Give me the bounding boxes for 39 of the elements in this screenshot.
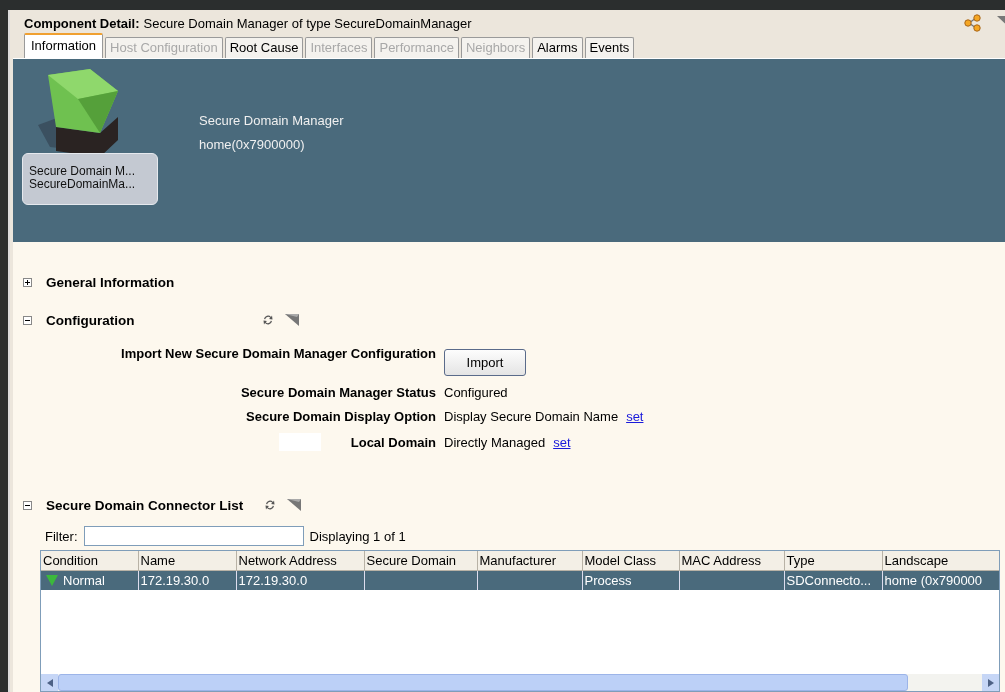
- field-label: Import New Secure Domain Manager Configuration: [121, 346, 436, 361]
- column-header[interactable]: Name: [138, 551, 236, 571]
- device-label[interactable]: Secure Domain M... SecureDomainMa...: [22, 153, 158, 205]
- table-cell: home (0x790000: [884, 573, 983, 588]
- column-header[interactable]: Model Class: [582, 551, 679, 571]
- field-label: Secure Domain Display Option: [246, 409, 436, 424]
- tab[interactable]: Information: [24, 33, 104, 58]
- table-cell: SDConnecto...: [786, 573, 872, 588]
- set-link[interactable]: set: [553, 434, 571, 450]
- filter-label: Filter:: [45, 528, 78, 544]
- section-title: General Information: [46, 274, 175, 290]
- column-header[interactable]: Manufacturer: [477, 551, 582, 571]
- result-count: Displaying 1 of 1: [309, 528, 406, 544]
- column-header[interactable]: Type: [784, 551, 882, 571]
- set-link[interactable]: set: [626, 409, 644, 424]
- section-title: Configuration: [46, 312, 136, 328]
- column-header[interactable]: Landscape: [882, 551, 999, 571]
- column-header[interactable]: MAC Address: [679, 551, 784, 571]
- tab[interactable]: Root Cause: [224, 37, 304, 58]
- table-cell: Process: [584, 573, 632, 588]
- tab[interactable]: Alarms: [532, 37, 583, 58]
- device-address: home(0x7900000): [199, 137, 306, 152]
- condition-text: Normal: [63, 573, 105, 588]
- section-title: Secure Domain Connector List: [46, 497, 245, 513]
- tab[interactable]: Events: [584, 37, 635, 58]
- import-button[interactable]: Import: [444, 349, 526, 376]
- column-header[interactable]: Network Address: [236, 551, 364, 571]
- field-value: Display Secure Domain Name: [444, 409, 619, 424]
- field-value: Directly Managed: [444, 434, 546, 450]
- field-label: Secure Domain Manager Status: [240, 385, 436, 400]
- column-header[interactable]: Condition: [41, 551, 138, 571]
- table-cell: 172.19.30.0: [140, 573, 210, 588]
- device-name: Secure Domain Manager: [199, 113, 344, 128]
- table-row[interactable]: Normal 172.19.30.0 172.19.30.0 Process SDConnecto... home (0x790000: [41, 570, 999, 590]
- table-cell: 172.19.30.0: [238, 573, 308, 588]
- column-header[interactable]: Secure Domain: [364, 551, 477, 571]
- field-label: Local Domain: [350, 434, 436, 450]
- panel-title: Component Detail: Secure Domain Manager of type SecureDomainManager: [24, 15, 473, 31]
- field-value: Configured: [444, 385, 508, 400]
